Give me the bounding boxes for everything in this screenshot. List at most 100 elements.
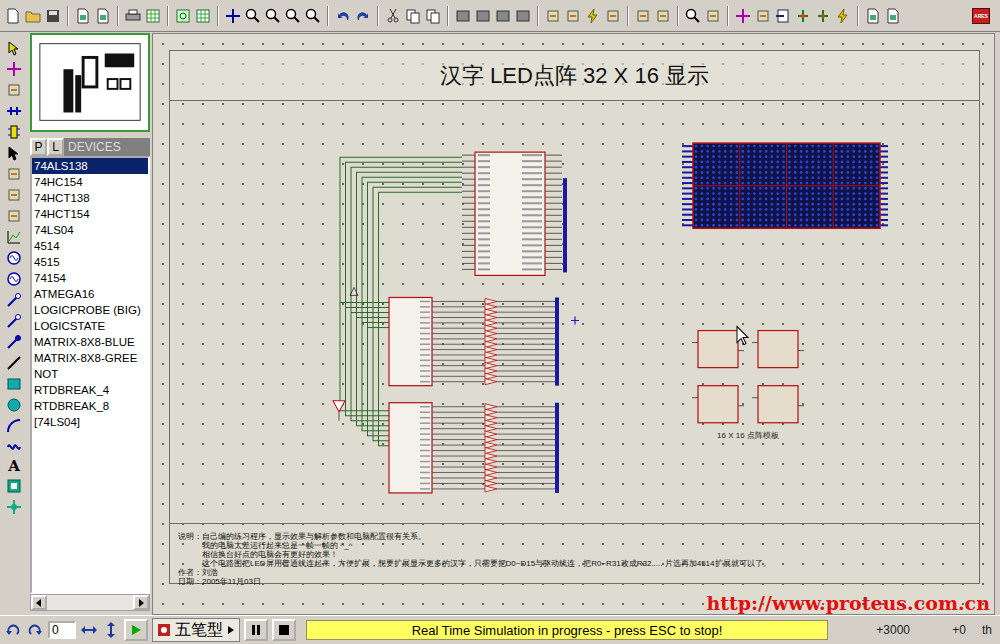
- device-item[interactable]: LOGICSTATE: [32, 318, 148, 334]
- template-block[interactable]: [752, 386, 804, 423]
- device-item[interactable]: ATMEGA16: [32, 286, 148, 302]
- mode-button[interactable]: [5, 206, 23, 226]
- toolbar-button[interactable]: [224, 6, 242, 26]
- device-item[interactable]: 74154: [32, 270, 148, 286]
- mode-button[interactable]: [5, 497, 23, 517]
- toolbar-button[interactable]: [884, 6, 902, 26]
- toolbar-button[interactable]: [474, 6, 492, 26]
- toolbar-button[interactable]: [144, 6, 162, 26]
- device-item[interactable]: RTDBREAK_8: [32, 398, 148, 414]
- toolbar-button[interactable]: [384, 6, 402, 26]
- picker-button[interactable]: L: [47, 138, 64, 156]
- toolbar-button[interactable]: [514, 6, 532, 26]
- mode-button[interactable]: [5, 143, 23, 163]
- ime-bar[interactable]: 五笔型: [152, 618, 240, 642]
- mode-button[interactable]: [5, 332, 23, 352]
- horizontal-scrollbar[interactable]: [30, 594, 150, 611]
- toolbar-button[interactable]: [604, 6, 622, 26]
- toolbar-button[interactable]: [44, 6, 62, 26]
- device-item[interactable]: NOT: [32, 366, 148, 382]
- mode-button[interactable]: [5, 476, 23, 496]
- toolbar-button[interactable]: [174, 6, 192, 26]
- matrix-template[interactable]: 16 X 16 点阵模板: [692, 331, 804, 440]
- device-item[interactable]: RTDBREAK_4: [32, 382, 148, 398]
- device-item[interactable]: MATRIX-8X8-BLUE: [32, 334, 148, 350]
- mode-button[interactable]: [5, 59, 23, 79]
- toolbar-button[interactable]: [734, 6, 752, 26]
- decoder-chip-1[interactable]: [389, 297, 559, 385]
- toolbar-button[interactable]: [834, 6, 852, 26]
- led-matrix[interactable]: [682, 143, 888, 228]
- mode-button[interactable]: [5, 395, 23, 415]
- toolbar-button[interactable]: [564, 6, 582, 26]
- rotate-cw-button[interactable]: [26, 620, 44, 640]
- toolbar-button[interactable]: [404, 6, 422, 26]
- scroll-track[interactable]: [47, 595, 133, 610]
- not-gate[interactable]: [333, 401, 345, 412]
- device-item[interactable]: 4515: [32, 254, 148, 270]
- toolbar-button[interactable]: [634, 6, 652, 26]
- template-block[interactable]: [692, 386, 744, 423]
- mode-button[interactable]: [5, 248, 23, 268]
- schematic-area[interactable]: 16 X 16 点阵模板: [170, 101, 979, 523]
- toolbar-button[interactable]: [494, 6, 512, 26]
- picker-button[interactable]: P: [30, 138, 47, 156]
- toolbar-button[interactable]: [354, 6, 372, 26]
- rotate-ccw-button[interactable]: [4, 620, 22, 640]
- toolbar-button[interactable]: [584, 6, 602, 26]
- template-block[interactable]: [692, 331, 744, 368]
- toolbar-button[interactable]: [454, 6, 472, 26]
- toolbar-button[interactable]: [864, 6, 882, 26]
- mode-button[interactable]: [5, 290, 23, 310]
- toolbar-button[interactable]: [654, 6, 672, 26]
- toolbar-button[interactable]: [704, 6, 722, 26]
- mode-button[interactable]: [5, 164, 23, 184]
- toolbar-button[interactable]: [244, 6, 262, 26]
- play-button[interactable]: [124, 619, 148, 641]
- editing-canvas[interactable]: 汉字 LED点阵 32 X 16 显示16 X 16 点阵模板说明：自己编的练习…: [152, 33, 995, 615]
- toolbar-button[interactable]: [284, 6, 302, 26]
- overview-window[interactable]: [30, 33, 150, 132]
- toolbar-button[interactable]: [4, 6, 22, 26]
- mode-button[interactable]: [5, 101, 23, 121]
- toolbar-button[interactable]: [334, 6, 352, 26]
- mode-button[interactable]: [5, 353, 23, 373]
- mode-button[interactable]: [5, 437, 23, 457]
- mode-button[interactable]: [5, 416, 23, 436]
- mode-button[interactable]: [5, 311, 23, 331]
- mode-button[interactable]: [5, 122, 23, 142]
- rotation-field[interactable]: 0: [48, 621, 76, 639]
- toolbar-button[interactable]: [794, 6, 812, 26]
- stop-button[interactable]: [272, 619, 296, 641]
- device-item[interactable]: 74HCT154: [32, 206, 148, 222]
- toolbar-button[interactable]: [94, 6, 112, 26]
- device-item[interactable]: 74LS04: [32, 222, 148, 238]
- toolbar-button[interactable]: [754, 6, 772, 26]
- device-item[interactable]: 74HC154: [32, 174, 148, 190]
- mode-button[interactable]: [5, 185, 23, 205]
- atmega16-chip[interactable]: [462, 152, 567, 275]
- mode-button[interactable]: [5, 269, 23, 289]
- toolbar-button[interactable]: [424, 6, 442, 26]
- device-item[interactable]: 74ALS138: [32, 158, 148, 174]
- device-item[interactable]: 74HCT138: [32, 190, 148, 206]
- toolbar-button[interactable]: [74, 6, 92, 26]
- toolbar-button[interactable]: [684, 6, 702, 26]
- toolbar-button[interactable]: [304, 6, 322, 26]
- device-item[interactable]: 4514: [32, 238, 148, 254]
- mode-button[interactable]: [5, 227, 23, 247]
- mode-button[interactable]: [5, 80, 23, 100]
- mode-button[interactable]: [5, 374, 23, 394]
- toolbar-button[interactable]: [544, 6, 562, 26]
- toolbar-button[interactable]: [814, 6, 832, 26]
- toolbar-button[interactable]: [124, 6, 142, 26]
- device-item[interactable]: LOGICPROBE (BIG): [32, 302, 148, 318]
- device-item[interactable]: MATRIX-8X8-GREE: [32, 350, 148, 366]
- mirror-y-button[interactable]: [102, 620, 120, 640]
- pause-button[interactable]: [244, 619, 268, 641]
- template-block[interactable]: [752, 331, 804, 368]
- toolbar-button[interactable]: [774, 6, 792, 26]
- toolbar-button[interactable]: [194, 6, 212, 26]
- decoder-chip-2[interactable]: [389, 403, 559, 493]
- scroll-right-button[interactable]: [133, 595, 149, 610]
